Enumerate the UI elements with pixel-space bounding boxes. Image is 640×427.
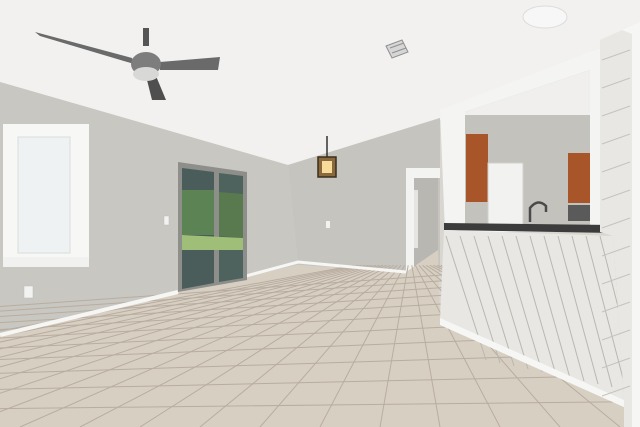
upper-cabinet-left	[466, 134, 488, 202]
smoke-detector-icon	[522, 5, 568, 29]
upper-cabinet-right	[568, 153, 590, 203]
back-wall-outlet	[326, 221, 330, 228]
outdoor-greenery-right	[219, 192, 243, 238]
wall-outlet	[23, 285, 34, 299]
refrigerator	[487, 162, 524, 226]
window-sill	[3, 257, 89, 267]
range-hood	[568, 205, 590, 221]
outdoor-greenery	[182, 190, 214, 235]
room-photo	[0, 0, 640, 427]
window-glass	[17, 136, 71, 254]
light-switch	[163, 215, 170, 226]
